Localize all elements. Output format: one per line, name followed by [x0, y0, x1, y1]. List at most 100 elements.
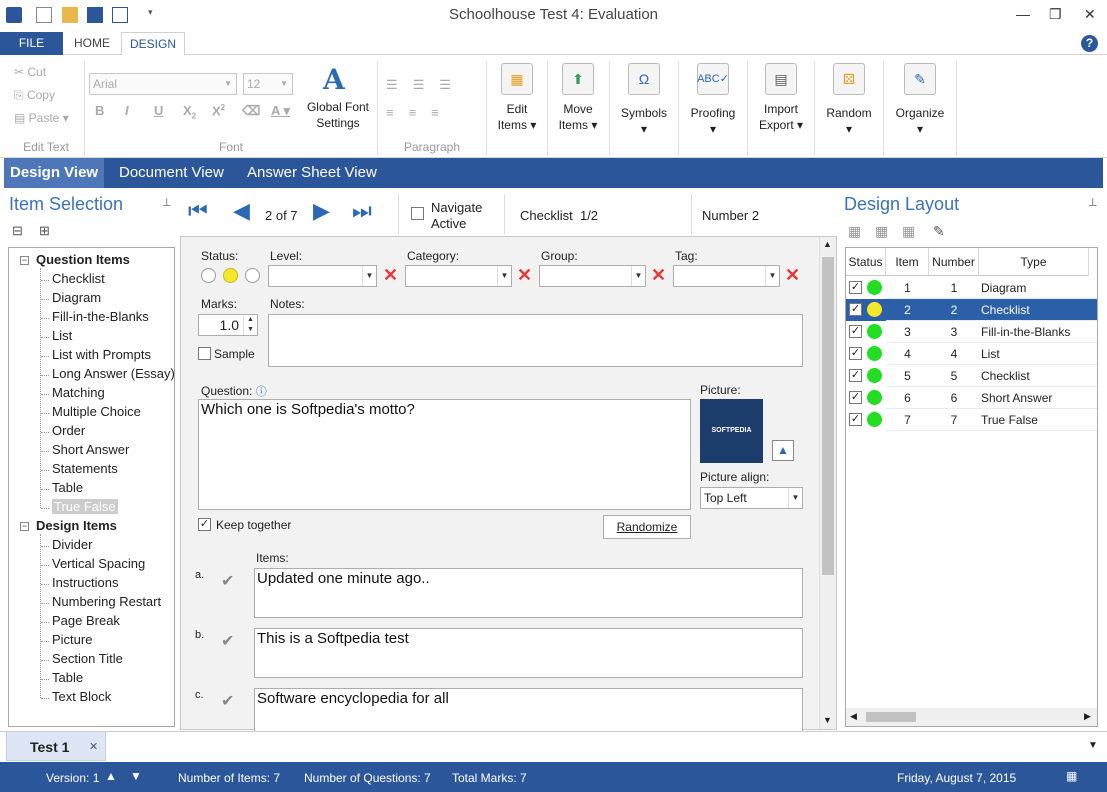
tree-item[interactable]: Vertical Spacing: [52, 556, 145, 571]
browse-picture-icon[interactable]: ▲: [772, 440, 794, 461]
notes-field[interactable]: [268, 314, 803, 367]
edit-items-button[interactable]: ▦ Edit Items ▾: [493, 63, 541, 133]
clear-group-icon[interactable]: ✕: [651, 265, 666, 286]
table-row[interactable]: ✓ 4 4 List: [846, 343, 1097, 365]
info-icon[interactable]: ⓘ: [256, 386, 267, 398]
tab-answer-sheet-view[interactable]: Answer Sheet View: [241, 158, 383, 188]
table-row[interactable]: ✓ 2 2 Checklist: [846, 299, 1097, 321]
keep-together-checkbox[interactable]: ✓: [198, 518, 211, 531]
column-header-number[interactable]: Number: [929, 248, 979, 276]
move-items-button[interactable]: ⬆ Move Items ▾: [553, 63, 603, 133]
correct-answer-toggle-icon[interactable]: ✔: [221, 631, 234, 651]
subscript-icon[interactable]: X2: [183, 103, 196, 121]
tree-item[interactable]: Instructions: [52, 575, 118, 590]
grid-view-2-icon[interactable]: ▦: [875, 223, 888, 240]
font-size-select[interactable]: 12 ▼: [243, 73, 293, 95]
table-row[interactable]: ✓ 6 6 Short Answer: [846, 387, 1097, 409]
proofing-button[interactable]: ABC✓ Proofing ▾: [684, 63, 742, 137]
tree-item[interactable]: Checklist: [52, 271, 105, 286]
tree-item[interactable]: Picture: [52, 632, 92, 647]
maximize-button[interactable]: ❐: [1049, 6, 1062, 23]
picture-align-select[interactable]: Top Left ▼: [700, 487, 803, 509]
row-checkbox[interactable]: ✓: [849, 325, 862, 338]
column-header-item[interactable]: Item: [886, 248, 929, 276]
row-checkbox[interactable]: ✓: [849, 347, 862, 360]
bold-icon[interactable]: B: [95, 103, 104, 118]
eraser-icon[interactable]: ⌫: [242, 103, 260, 119]
collapse-toggle-icon[interactable]: −: [20, 256, 29, 265]
navigate-active-checkbox[interactable]: [411, 207, 424, 220]
tree-item[interactable]: Text Block: [52, 689, 111, 704]
previous-item-icon[interactable]: ◀: [233, 198, 250, 224]
calendar-icon[interactable]: ▦: [1066, 769, 1077, 783]
vertical-scrollbar[interactable]: ▲ ▼: [819, 237, 836, 729]
tab-design-view[interactable]: Design View: [4, 158, 105, 188]
scroll-right-icon[interactable]: ▶: [1084, 711, 1091, 722]
import-export-button[interactable]: ▤ Import Export ▾: [753, 63, 809, 133]
level-select[interactable]: ▼: [268, 265, 377, 287]
superscript-icon[interactable]: X2: [212, 103, 225, 118]
tree-item[interactable]: Table: [52, 480, 83, 495]
collapse-all-icon[interactable]: ⊟: [12, 223, 23, 239]
tab-home[interactable]: HOME: [63, 32, 121, 56]
status-yellow-option[interactable]: [223, 268, 238, 283]
tree-item[interactable]: Numbering Restart: [52, 594, 161, 609]
table-row[interactable]: ✓ 7 7 True False: [846, 409, 1097, 431]
font-color-icon[interactable]: A ▾: [271, 103, 290, 119]
organize-button[interactable]: ✎ Organize ▾: [889, 63, 951, 137]
copy-button[interactable]: ⎘ Copy: [14, 88, 55, 103]
scroll-up-icon[interactable]: ▲: [823, 239, 832, 249]
grid-view-icon[interactable]: ▦: [848, 223, 861, 240]
grid-view-3-icon[interactable]: ▦: [902, 223, 915, 240]
italic-icon[interactable]: I: [125, 103, 129, 118]
tree-item[interactable]: Long Answer (Essay): [52, 366, 175, 381]
tree-item[interactable]: Order: [52, 423, 85, 438]
sample-checkbox[interactable]: [198, 347, 211, 360]
cut-button[interactable]: ✂ Cut: [14, 65, 46, 79]
category-select[interactable]: ▼: [405, 265, 512, 287]
status-red-option[interactable]: [201, 268, 216, 283]
group-select[interactable]: ▼: [539, 265, 646, 287]
randomize-button[interactable]: Randomize: [603, 515, 691, 539]
column-header-type[interactable]: Type: [979, 248, 1089, 276]
pin-icon[interactable]: ⊥: [1088, 196, 1098, 209]
underline-icon[interactable]: U: [154, 103, 163, 118]
minimize-button[interactable]: —: [1016, 6, 1030, 22]
clear-category-icon[interactable]: ✕: [517, 265, 532, 286]
close-tab-icon[interactable]: ✕: [89, 740, 98, 753]
column-header-status[interactable]: Status: [846, 248, 886, 276]
row-checkbox[interactable]: ✓: [849, 281, 862, 294]
scroll-down-icon[interactable]: ▼: [823, 715, 832, 725]
paste-button[interactable]: ▤ Paste ▾: [14, 111, 69, 125]
marks-spin-icon[interactable]: ▲ ▼: [243, 315, 257, 335]
tree-item[interactable]: Short Answer: [52, 442, 129, 457]
help-icon[interactable]: ?: [1081, 35, 1098, 52]
tree-item[interactable]: Diagram: [52, 290, 101, 305]
global-font-settings-button[interactable]: Global Font Settings: [302, 99, 374, 131]
tree-item[interactable]: Statements: [52, 461, 118, 476]
item-text-field[interactable]: This is a Softpedia test: [254, 628, 803, 678]
version-down-icon[interactable]: ▼: [130, 769, 142, 783]
tab-file[interactable]: FILE: [0, 32, 63, 55]
edit-layout-icon[interactable]: ✎: [933, 223, 945, 240]
tree-item[interactable]: Fill-in-the-Blanks: [52, 309, 149, 324]
correct-answer-toggle-icon[interactable]: ✔: [221, 691, 234, 711]
scroll-thumb[interactable]: [822, 257, 834, 575]
tree-item[interactable]: List: [52, 328, 72, 343]
tree-item[interactable]: Multiple Choice: [52, 404, 141, 419]
tab-list-dropdown-icon[interactable]: ▼: [1088, 740, 1098, 751]
h-scroll-thumb[interactable]: [866, 712, 916, 722]
question-field[interactable]: Which one is Softpedia's motto?: [198, 399, 691, 510]
tree-item[interactable]: Section Title: [52, 651, 123, 666]
font-name-select[interactable]: Arial ▼: [89, 73, 237, 95]
global-font-icon[interactable]: A: [323, 63, 345, 96]
tag-select[interactable]: ▼: [673, 265, 780, 287]
marks-stepper[interactable]: 1.0 ▲ ▼: [198, 314, 258, 336]
collapse-toggle-icon[interactable]: −: [20, 522, 29, 531]
first-item-icon[interactable]: ⏮: [188, 198, 208, 224]
document-tab-test-1[interactable]: Test 1 ✕: [6, 732, 106, 761]
symbols-button[interactable]: Ω Symbols ▾: [615, 63, 673, 137]
scroll-left-icon[interactable]: ◀: [850, 711, 857, 722]
close-button[interactable]: ✕: [1084, 6, 1096, 23]
tree-item[interactable]: List with Prompts: [52, 347, 151, 362]
